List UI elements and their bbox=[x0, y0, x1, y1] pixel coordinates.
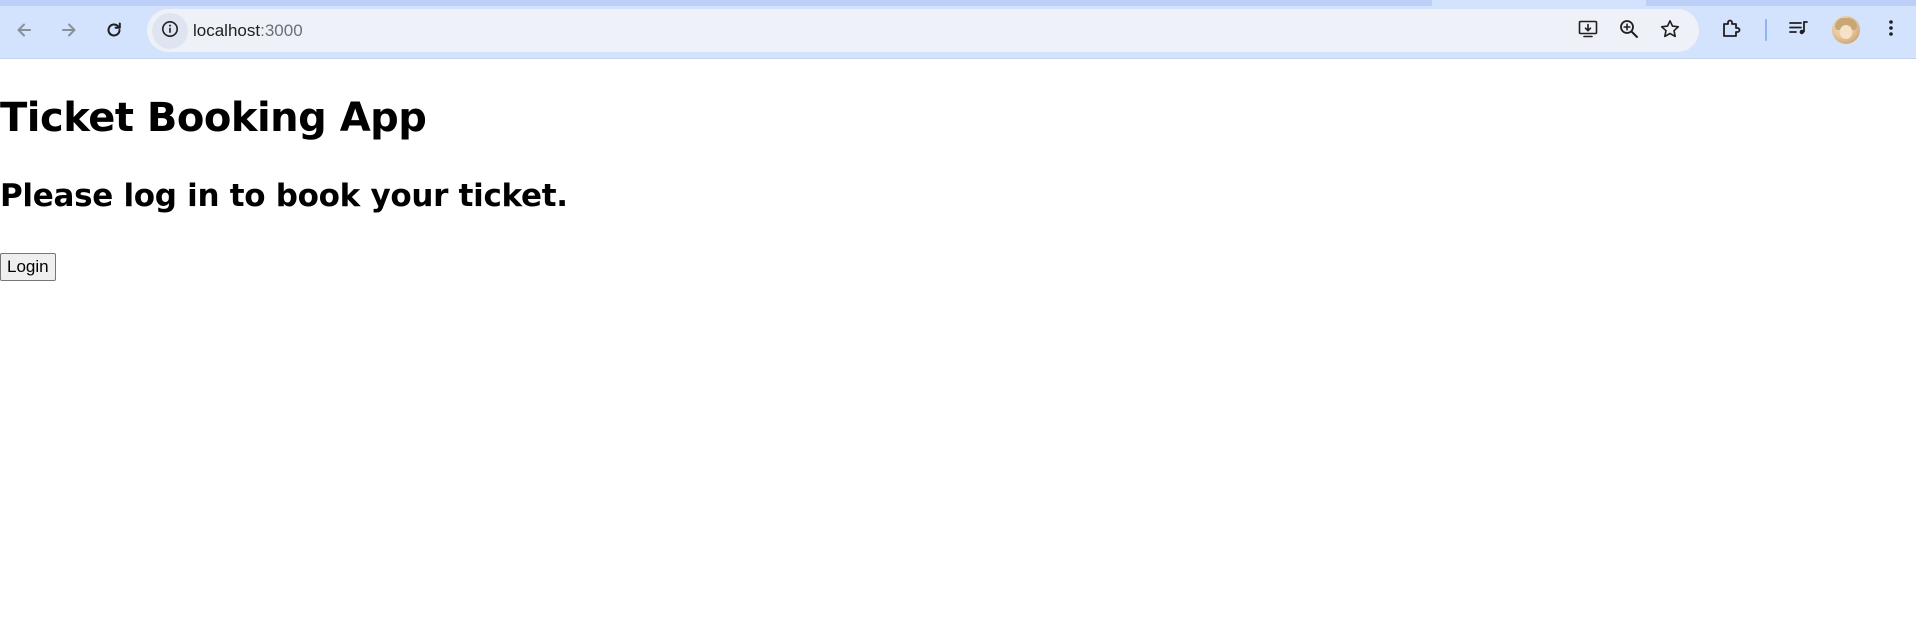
url-host: localhost bbox=[193, 21, 261, 40]
toolbar-divider bbox=[1765, 19, 1767, 41]
site-info-button[interactable] bbox=[152, 13, 188, 49]
puzzle-icon bbox=[1720, 16, 1744, 44]
reload-icon bbox=[104, 20, 124, 40]
tab-strip-edge bbox=[0, 0, 1916, 6]
avatar[interactable] bbox=[1832, 16, 1860, 44]
url-port: :3000 bbox=[260, 21, 303, 40]
arrow-back-icon bbox=[14, 20, 34, 40]
address-bar[interactable]: localhost:3000 bbox=[147, 9, 1699, 52]
media-queue-icon bbox=[1787, 16, 1811, 44]
info-icon bbox=[161, 20, 179, 42]
forward-button[interactable] bbox=[51, 12, 87, 48]
menu-button[interactable] bbox=[1873, 12, 1909, 48]
active-tab-hint bbox=[1432, 0, 1646, 6]
login-button[interactable]: Login bbox=[0, 253, 56, 281]
bookmark-button[interactable] bbox=[1654, 15, 1686, 47]
more-vert-icon bbox=[1881, 18, 1901, 42]
page-title: Ticket Booking App bbox=[0, 95, 427, 141]
login-prompt: Please log in to book your ticket. bbox=[0, 178, 568, 214]
extensions-button[interactable] bbox=[1714, 12, 1750, 48]
reload-button[interactable] bbox=[96, 12, 132, 48]
media-controls-button[interactable] bbox=[1781, 12, 1817, 48]
install-app-button[interactable] bbox=[1572, 15, 1604, 47]
browser-toolbar: localhost:3000 bbox=[0, 0, 1916, 59]
zoom-button[interactable] bbox=[1613, 15, 1645, 47]
install-app-icon bbox=[1577, 18, 1599, 44]
avatar-face bbox=[1840, 25, 1852, 39]
back-button[interactable] bbox=[6, 12, 42, 48]
url-text[interactable]: localhost:3000 bbox=[193, 20, 303, 41]
star-icon bbox=[1659, 18, 1681, 44]
arrow-forward-icon bbox=[59, 20, 79, 40]
page-content: Ticket Booking App Please log in to book… bbox=[0, 60, 1916, 627]
zoom-in-icon bbox=[1618, 18, 1640, 44]
